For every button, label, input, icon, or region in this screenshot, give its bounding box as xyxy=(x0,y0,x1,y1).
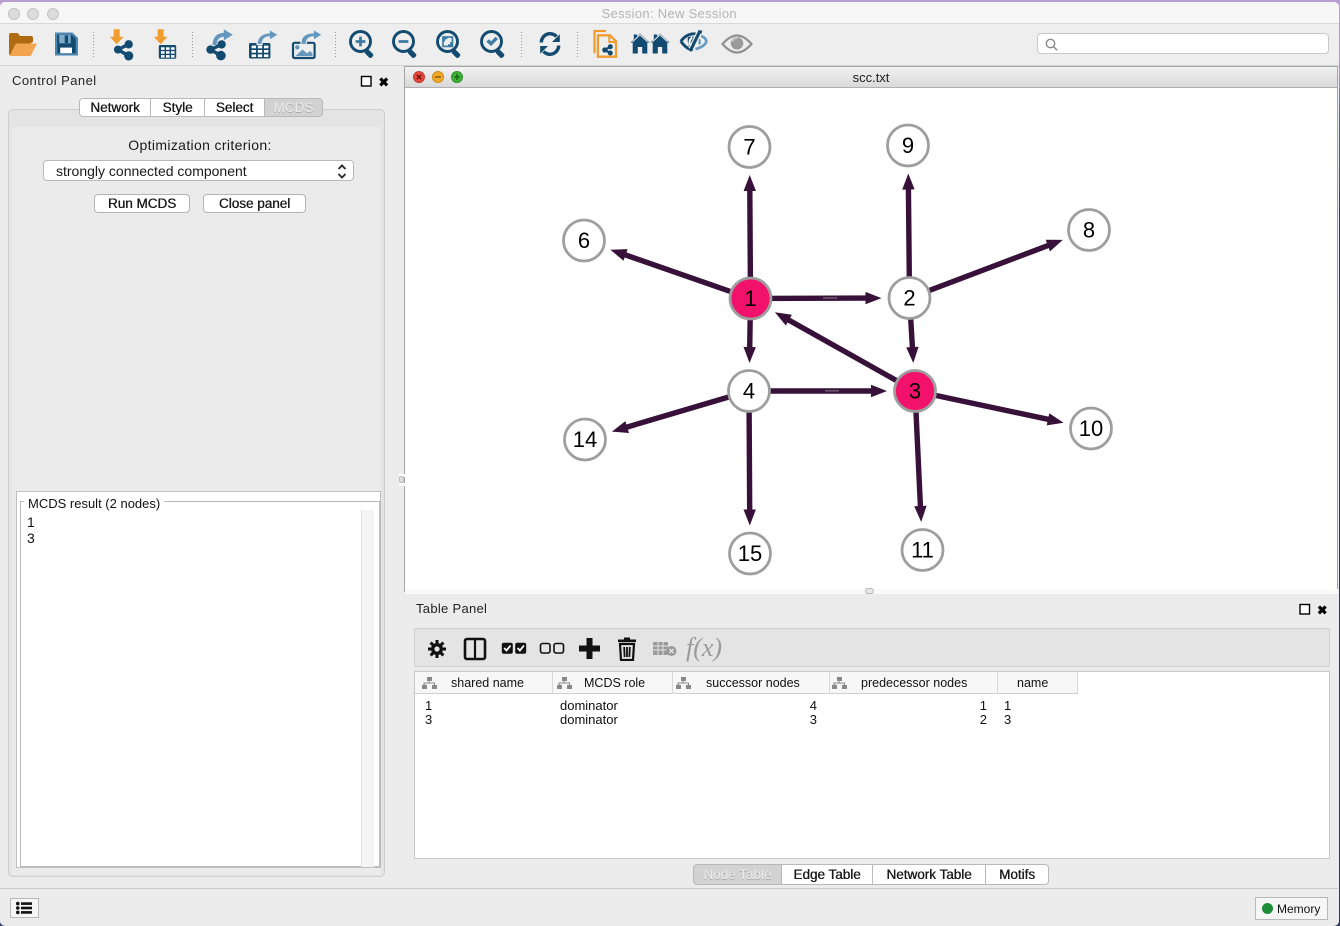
svg-text:14: 14 xyxy=(573,427,597,452)
svg-text:4: 4 xyxy=(743,379,755,404)
svg-text:7: 7 xyxy=(743,135,755,160)
svg-text:15: 15 xyxy=(738,541,762,566)
svg-text:1: 1 xyxy=(744,286,756,311)
svg-text:8: 8 xyxy=(1083,218,1095,243)
svg-text:✖: ✖ xyxy=(379,76,390,89)
svg-text:3: 3 xyxy=(909,379,921,404)
svg-text:2: 2 xyxy=(903,286,915,311)
svg-text:11: 11 xyxy=(911,538,934,563)
svg-text:9: 9 xyxy=(902,133,914,158)
svg-text:✖: ✖ xyxy=(1317,604,1328,617)
svg-text:6: 6 xyxy=(578,228,590,253)
svg-text:10: 10 xyxy=(1079,416,1103,441)
